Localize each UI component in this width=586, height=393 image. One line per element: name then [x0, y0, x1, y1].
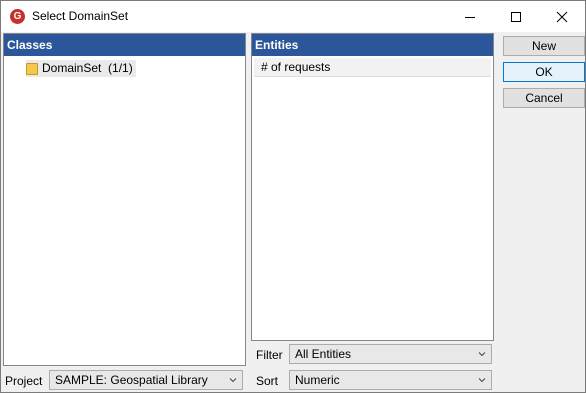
entities-header: Entities — [252, 34, 493, 56]
app-logo-icon: G — [10, 9, 25, 24]
entity-item-label: # of requests — [261, 60, 331, 74]
chevron-down-icon — [478, 352, 486, 357]
maximize-button[interactable] — [493, 1, 539, 32]
project-label: Project — [5, 374, 43, 388]
title-bar[interactable]: G Select DomainSet — [1, 1, 585, 32]
classes-panel[interactable]: Classes DomainSet (1/1) — [3, 33, 246, 366]
entity-item-requests[interactable]: # of requests — [254, 58, 491, 77]
sort-select[interactable]: Numeric — [289, 370, 492, 390]
classes-header: Classes — [4, 34, 245, 56]
dialog-window: G Select DomainSet Classes DomainSet (1/… — [0, 0, 586, 393]
tree-item-label: DomainSet (1/1) — [42, 61, 133, 75]
new-button[interactable]: New — [503, 36, 585, 56]
entities-panel[interactable]: Entities # of requests — [251, 33, 494, 341]
minimize-icon — [465, 17, 475, 18]
close-button[interactable] — [539, 1, 585, 32]
minimize-button[interactable] — [447, 1, 493, 32]
close-icon — [556, 11, 568, 23]
project-select[interactable]: SAMPLE: Geospatial Library — [49, 370, 243, 390]
ok-button[interactable]: OK — [503, 62, 585, 82]
sort-select-value: Numeric — [295, 373, 340, 387]
maximize-icon — [511, 12, 521, 22]
chevron-down-icon — [229, 378, 237, 383]
folder-icon — [26, 63, 38, 75]
tree-item-domainset[interactable]: DomainSet (1/1) — [26, 60, 136, 77]
chevron-down-icon — [478, 378, 486, 383]
sort-label: Sort — [256, 374, 279, 388]
filter-select[interactable]: All Entities — [289, 344, 492, 364]
project-select-value: SAMPLE: Geospatial Library — [55, 373, 208, 387]
filter-select-value: All Entities — [295, 347, 352, 361]
filter-label: Filter — [256, 348, 283, 362]
window-title: Select DomainSet — [32, 9, 129, 23]
cancel-button[interactable]: Cancel — [503, 88, 585, 108]
